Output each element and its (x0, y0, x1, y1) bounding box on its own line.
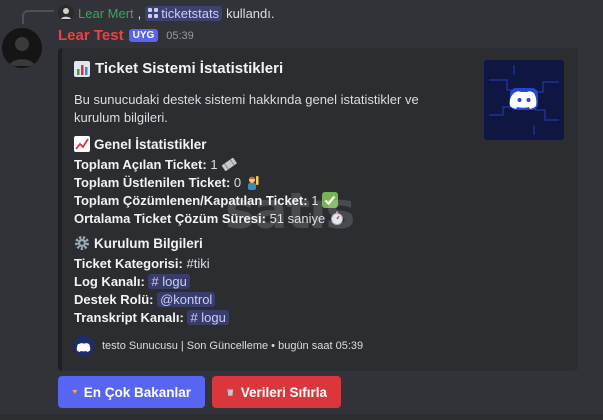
stat-opened-label: Toplam Açılan Ticket: (74, 157, 207, 172)
command-name: ticketstats (161, 5, 220, 21)
stat-resolved-label: Toplam Çözümlenen/Kapatılan Ticket: (74, 193, 308, 208)
setup-info-title-text: Kurulum Bilgileri (94, 235, 203, 251)
embed-title-text: Ticket Sistemi İstatistikleri (95, 60, 284, 77)
embed-description: Bu sunucudaki destek sistemi hakkında ge… (74, 92, 419, 125)
person-raising-hand-icon (247, 176, 259, 190)
general-stats-title-text: Genel İstatistikler (94, 136, 207, 152)
action-buttons: En Çok Bakanlar Verileri Sıfırla (58, 376, 341, 408)
log-channel-mention[interactable]: # logu (148, 274, 190, 289)
author-avatar[interactable] (2, 28, 42, 68)
chart-increasing-icon (74, 136, 90, 152)
gear-icon (75, 236, 89, 250)
setup-transcript-label: Transkript Kanalı: (74, 310, 184, 325)
trophy-icon (72, 389, 78, 395)
support-role-mention[interactable]: @kontrol (157, 292, 216, 307)
general-stats-title: Genel İstatistikler (74, 136, 474, 152)
check-mark-icon (322, 192, 339, 208)
embed-thumbnail[interactable] (484, 60, 564, 140)
stat-claimed-value: 0 (233, 175, 242, 190)
stat-claimed: Toplam Üstlenilen Ticket: 0 (74, 174, 474, 192)
transcript-channel-mention[interactable]: # logu (187, 310, 229, 325)
embed-title: Ticket Sistemi İstatistikleri (74, 60, 474, 77)
stat-average-value: 51 saniye (269, 211, 326, 226)
embed-footer: testo Sunucusu | Son Güncelleme • bugün … (74, 336, 363, 356)
app-tag: UYG (128, 29, 159, 42)
stat-average-time: Ortalama Ticket Çözüm Süresi: 51 saniye (74, 210, 474, 228)
top-viewers-label: En Çok Bakanlar (83, 384, 191, 400)
reset-data-button[interactable]: Verileri Sıfırla (212, 376, 341, 408)
wastebasket-icon (227, 389, 234, 396)
stopwatch-icon (330, 211, 343, 225)
setup-role-label: Destek Rolü: (74, 292, 154, 307)
footer-text: testo Sunucusu | Son Güncelleme • bugün … (102, 340, 364, 352)
reply-avatar[interactable] (58, 5, 74, 21)
top-viewers-button[interactable]: En Çok Bakanlar (58, 376, 205, 408)
setup-category: Ticket Kategorisi: #tiki (74, 255, 474, 273)
stat-resolved: Toplam Çözümlenen/Kapatılan Ticket: 1 (74, 192, 474, 210)
message-timestamp[interactable]: 05:39 (166, 30, 194, 42)
setup-category-label: Ticket Kategorisi: (74, 256, 183, 271)
reply-context[interactable]: Lear Mert, ticketstats kullandı. (58, 4, 274, 22)
setup-log-channel: Log Kanalı: # logu (74, 273, 474, 291)
message-header: Lear Test UYG 05:39 (58, 27, 194, 44)
command-mention[interactable]: ticketstats (145, 5, 223, 21)
author-name[interactable]: Lear Test (58, 27, 124, 44)
ticket-icon (222, 157, 237, 171)
stats-embed: Ticket Sistemi İstatistikleri Bu sunucud… (58, 48, 578, 371)
setup-category-value: #tiki (186, 256, 210, 271)
bar-chart-icon (74, 60, 90, 77)
setup-transcript-channel: Transkript Kanalı: # logu (74, 309, 474, 327)
discord-logo-icon (484, 60, 564, 140)
reset-data-label: Verileri Sıfırla (240, 384, 327, 400)
setup-log-label: Log Kanalı: (74, 274, 145, 289)
reply-connector (22, 10, 54, 24)
setup-info-title: Kurulum Bilgileri (74, 235, 474, 251)
reply-separator: , (137, 5, 142, 21)
setup-support-role: Destek Rolü: @kontrol (74, 291, 474, 309)
stat-average-label: Ortalama Ticket Çözüm Süresi: (74, 211, 266, 226)
slash-command-icon (148, 8, 159, 18)
stat-opened-value: 1 (210, 157, 218, 172)
bottom-divider (0, 414, 603, 420)
footer-server-icon (74, 336, 94, 356)
reply-username[interactable]: Lear Mert (78, 6, 134, 21)
stat-claimed-label: Toplam Üstlenilen Ticket: (74, 175, 231, 190)
reply-suffix: kullandı. (226, 5, 275, 21)
stat-opened: Toplam Açılan Ticket: 1 (74, 156, 474, 174)
embed-body: Ticket Sistemi İstatistikleri Bu sunucud… (74, 60, 474, 327)
stat-resolved-value: 1 (311, 193, 319, 208)
